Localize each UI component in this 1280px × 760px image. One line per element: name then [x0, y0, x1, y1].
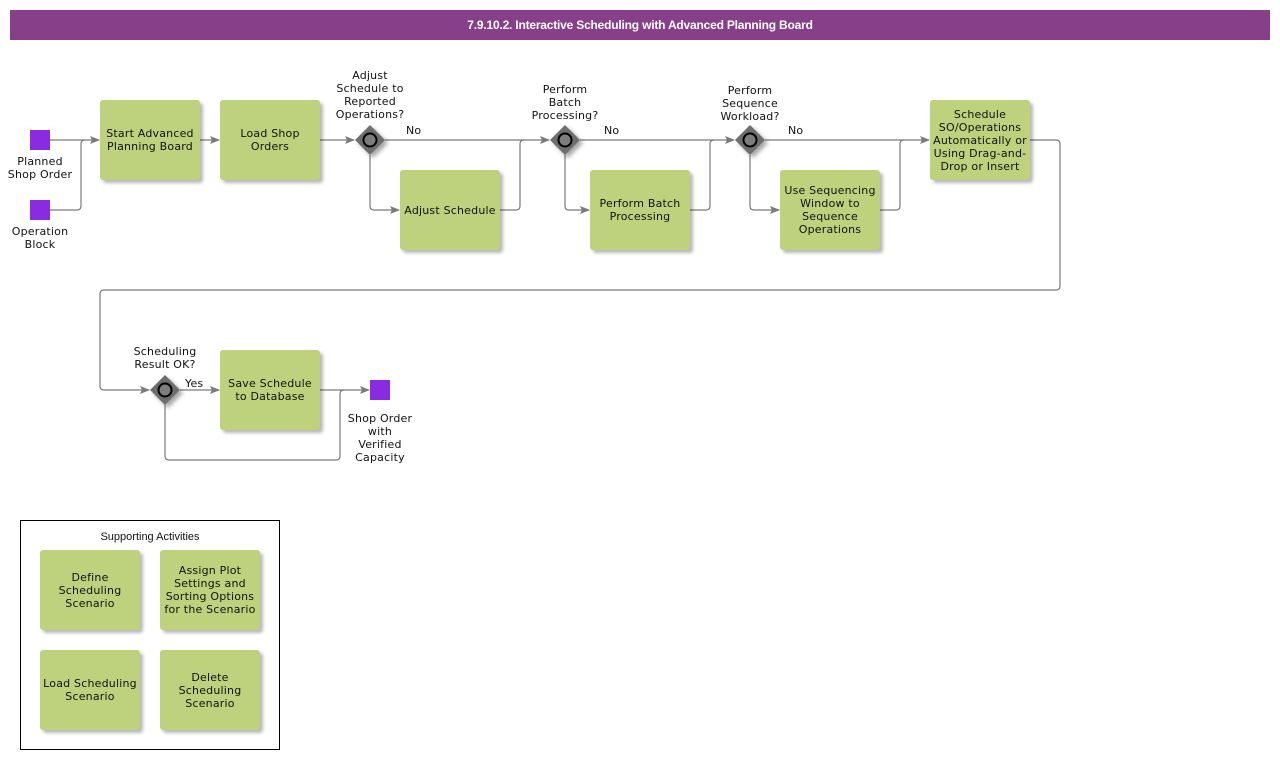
task-line: Scenario: [65, 690, 115, 703]
supporting-activities-title: Supporting Activities: [100, 531, 200, 543]
task-line: Window to: [800, 197, 860, 210]
label-line: Processing?: [531, 109, 599, 122]
label-line: Workload?: [720, 110, 780, 123]
task-line: SO/Operations: [938, 120, 1022, 134]
task-line: Perform Batch: [599, 197, 681, 210]
label-line: Batch: [548, 96, 582, 109]
task-line: Planning Board: [106, 140, 193, 153]
task-line: Delete: [191, 670, 229, 684]
connector-gateway1-yes: [369, 155, 400, 214]
label-line: Adjust: [352, 69, 388, 82]
task-line: Assign Plot: [178, 564, 242, 577]
task-perform-batch-processing[interactable]: Perform Batch Processing: [590, 170, 690, 250]
label-line: Operation: [11, 225, 69, 238]
task-line: Schedule: [953, 107, 1007, 121]
gateway-result-ok[interactable]: [150, 375, 180, 405]
label-line: Operations?: [335, 108, 405, 121]
label-line: Perform: [542, 83, 588, 96]
label-line: Sequence: [722, 97, 778, 110]
task-line: Drop or Insert: [940, 159, 1020, 173]
task-start-advanced-planning-board[interactable]: Start Advanced Planning Board: [100, 100, 200, 180]
task-line: Load Shop: [240, 127, 300, 140]
task-line: Save Schedule: [228, 377, 312, 390]
support-task-delete-scheduling-scenario[interactable]: Delete Scheduling Scenario: [160, 650, 260, 730]
gateway-adjust-reported-branch-label: No: [406, 124, 422, 137]
task-line: Processing: [609, 210, 671, 223]
support-task-assign-plot-settings[interactable]: Assign Plot Settings and Sorting Options fo…: [160, 550, 260, 630]
label-line: Result OK?: [134, 358, 196, 371]
gateway-batch-question: Perform Batch Processing?: [515, 83, 615, 122]
task-line: Operations: [798, 223, 862, 236]
task-line: Automatically or: [933, 133, 1027, 147]
task-use-sequencing-window[interactable]: Use Sequencing Window to Sequence Operation…: [780, 170, 880, 250]
task-load-shop-orders[interactable]: Load Shop Orders: [220, 100, 320, 180]
gateway-sequence-branch-label: No: [788, 124, 804, 137]
gateway-adjust-reported-question: Adjust Schedule to Reported Operations?: [320, 69, 420, 121]
connector-adjust-to-gateway2: [500, 139, 525, 211]
task-line: Use Sequencing: [784, 184, 876, 197]
task-line: Sorting Options: [165, 590, 255, 603]
label-line: Block: [24, 238, 56, 251]
label-line: Shop Order: [347, 412, 413, 425]
support-task-load-scheduling-scenario[interactable]: Load Scheduling Scenario: [40, 650, 140, 730]
gateway-result-ok-branch-label: Yes: [185, 377, 204, 390]
connector-sequencing-to-schedule: [880, 139, 905, 211]
label-line: Capacity: [355, 451, 405, 464]
end-event-shop-order-verified[interactable]: [370, 380, 390, 400]
task-line: Scenario: [185, 696, 235, 710]
task-line: Scenario: [65, 596, 115, 610]
connector-gateway3-yes: [749, 155, 780, 214]
label-line: Reported: [344, 95, 396, 108]
task-line: Scheduling: [58, 583, 122, 597]
task-line: Define: [71, 570, 109, 584]
task-schedule-so-operations[interactable]: Schedule SO/Operations Automatically or Usi…: [930, 100, 1030, 180]
label-line: Scheduling: [133, 345, 197, 358]
gateway-adjust-reported[interactable]: [355, 125, 385, 155]
task-line: Orders: [250, 140, 290, 153]
task-adjust-schedule[interactable]: Adjust Schedule: [400, 170, 500, 250]
task-line: Adjust Schedule: [404, 203, 496, 217]
label-line: Schedule to: [336, 82, 404, 95]
task-line: for the Scenario: [164, 603, 256, 616]
label-line: with: [367, 425, 393, 438]
label-line: Shop Order: [7, 168, 73, 181]
start-event-planned-shop-order[interactable]: [30, 130, 50, 150]
gateway-batch-branch-label: No: [604, 124, 620, 137]
label-line: Perform: [727, 84, 773, 97]
task-line: Start Advanced: [106, 127, 194, 140]
operation-block-label: Operation Block: [0, 225, 80, 251]
connector-batch-to-gateway3: [690, 139, 715, 211]
start-event-operation-block[interactable]: [30, 200, 50, 220]
gateway-batch[interactable]: [550, 125, 580, 155]
end-event-label: Shop Order with Verified Capacity: [340, 412, 420, 464]
label-line: Verified: [358, 438, 402, 451]
support-task-define-scheduling-scenario[interactable]: Define Scheduling Scenario: [40, 550, 140, 630]
gateway-sequence[interactable]: [735, 125, 765, 155]
task-line: Using Drag-and-: [933, 146, 1027, 160]
label-line: Planned: [17, 155, 63, 168]
task-line: Sequence: [802, 210, 858, 223]
task-line: to Database: [235, 390, 305, 403]
gateway-result-ok-question: Scheduling Result OK?: [115, 345, 215, 371]
connector-gateway2-yes: [564, 155, 590, 214]
task-line: Scheduling: [178, 683, 242, 697]
planned-shop-order-label: Planned Shop Order: [0, 155, 80, 181]
task-line: Load Scheduling: [43, 677, 137, 690]
gateway-sequence-question: Perform Sequence Workload?: [700, 84, 800, 123]
task-line: Settings and: [174, 577, 246, 590]
task-save-schedule-to-database[interactable]: Save Schedule to Database: [220, 350, 320, 430]
